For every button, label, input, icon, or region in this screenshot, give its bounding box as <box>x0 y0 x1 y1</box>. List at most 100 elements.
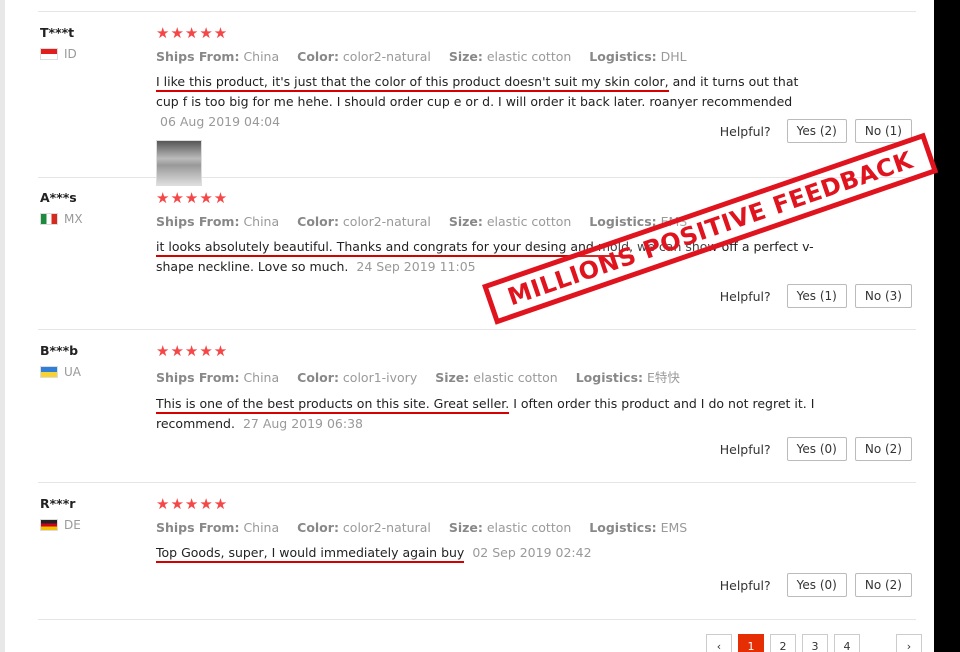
helpful-label: Helpful? <box>719 123 771 139</box>
star-rating: ★★★★★ <box>156 342 229 360</box>
reviewer-country: MX <box>40 212 83 226</box>
order-attributes: Ships From: China Color: color2-natural … <box>156 520 912 535</box>
ships-from-label: Ships From: <box>156 370 240 385</box>
reviewer-info: R***r DE <box>40 496 81 532</box>
helpful-label: Helpful? <box>719 288 771 304</box>
color-label: Color: <box>297 370 339 385</box>
color-label: Color: <box>297 214 339 229</box>
country-code: DE <box>64 518 81 532</box>
review-item: T***t ID ★★★★★ Ships From: China Color: … <box>38 25 916 186</box>
ships-from-value: China <box>243 214 280 229</box>
reviewer-name: R***r <box>40 496 76 511</box>
color-value: color2-natural <box>342 520 431 535</box>
helpful-yes-button[interactable]: Yes (1) <box>786 284 847 308</box>
highlighted-text: I like this product, it's just that the … <box>156 74 669 92</box>
review-text: Top Goods, super, I would immediately ag… <box>156 543 816 563</box>
helpful-no-button[interactable]: No (3) <box>854 284 912 308</box>
size-label: Size: <box>448 214 483 229</box>
helpful-yes-button[interactable]: Yes (2) <box>786 119 847 143</box>
logistics-value: DHL <box>660 49 687 64</box>
ships-from-label: Ships From: <box>156 214 240 229</box>
reviewer-name: T***t <box>40 25 75 40</box>
prev-page-button[interactable]: ‹ <box>706 634 732 652</box>
review-text: I like this product, it's just that the … <box>156 72 816 132</box>
review-text: This is one of the best products on this… <box>156 394 816 434</box>
color-label: Color: <box>297 49 339 64</box>
size-label: Size: <box>435 370 470 385</box>
reviewer-name: A***s <box>40 190 77 205</box>
review-content: ★★★★★ Ships From: China Color: color2-na… <box>156 25 912 186</box>
order-attributes: Ships From: China Color: color1-ivory Si… <box>156 367 912 386</box>
color-label: Color: <box>297 520 339 535</box>
review-date: 27 Aug 2019 06:38 <box>242 416 364 431</box>
review-content: ★★★★★ Ships From: China Color: color2-na… <box>156 496 912 563</box>
size-label: Size: <box>448 49 483 64</box>
helpful-label: Helpful? <box>719 441 771 457</box>
ships-from-label: Ships From: <box>156 520 240 535</box>
page-button-4[interactable]: 4 <box>834 634 860 652</box>
color-value: color2-natural <box>342 214 431 229</box>
logistics-label: Logistics: <box>589 214 657 229</box>
size-value: elastic cotton <box>486 214 572 229</box>
color-value: color1-ivory <box>342 370 418 385</box>
reviewer-country: ID <box>40 47 77 61</box>
ships-from-value: China <box>243 370 280 385</box>
review-item: B***b UA ★★★★★ Ships From: China Color: … <box>38 343 916 483</box>
review-date: 06 Aug 2019 04:04 <box>160 114 281 129</box>
review-date: 24 Sep 2019 11:05 <box>356 259 476 274</box>
flag-icon <box>40 48 58 60</box>
order-attributes: Ships From: China Color: color2-natural … <box>156 49 912 64</box>
helpful-yes-button[interactable]: Yes (0) <box>786 573 847 597</box>
review-date: 02 Sep 2019 02:42 <box>472 545 592 560</box>
highlighted-text: This is one of the best products on this… <box>156 396 510 414</box>
page-button-3[interactable]: 3 <box>802 634 828 652</box>
ships-from-label: Ships From: <box>156 49 240 64</box>
top-divider <box>38 11 916 12</box>
next-page-button[interactable]: › <box>896 634 922 652</box>
review-photo-thumbnail[interactable] <box>156 140 202 186</box>
size-value: elastic cotton <box>486 520 572 535</box>
logistics-value: EMS <box>660 520 688 535</box>
helpful-yes-button[interactable]: Yes (0) <box>786 437 847 461</box>
reviewer-name: B***b <box>40 343 79 358</box>
reviewer-info: T***t ID <box>40 25 77 61</box>
highlighted-text: Top Goods, super, I would immediately ag… <box>156 545 465 563</box>
reviewer-country: UA <box>40 365 81 379</box>
helpful-no-button[interactable]: No (2) <box>854 573 912 597</box>
size-label: Size: <box>448 520 483 535</box>
ships-from-value: China <box>243 520 280 535</box>
flag-icon <box>40 519 58 531</box>
logistics-label: Logistics: <box>589 520 657 535</box>
ships-from-value: China <box>243 49 280 64</box>
helpful-no-button[interactable]: No (2) <box>854 437 912 461</box>
reviewer-info: A***s MX <box>40 190 83 226</box>
star-rating: ★★★★★ <box>156 495 229 513</box>
pagination: ‹ 1 2 3 4 › <box>706 634 928 652</box>
helpful-vote: Helpful? Yes (0) No (2) <box>720 573 912 597</box>
helpful-vote: Helpful? Yes (0) No (2) <box>720 437 912 461</box>
size-value: elastic cotton <box>486 49 572 64</box>
helpful-vote: Helpful? Yes (2) No (1) <box>720 119 912 143</box>
right-edge-bar <box>934 0 960 652</box>
flag-icon <box>40 213 58 225</box>
page-button-1[interactable]: 1 <box>738 634 764 652</box>
country-code: MX <box>64 212 83 226</box>
logistics-label: Logistics: <box>589 49 657 64</box>
reviewer-country: DE <box>40 518 81 532</box>
helpful-vote: Helpful? Yes (1) No (3) <box>720 284 912 308</box>
page-button-2[interactable]: 2 <box>770 634 796 652</box>
review-item: R***r DE ★★★★★ Ships From: China Color: … <box>38 496 916 620</box>
country-code: UA <box>64 365 81 379</box>
size-value: elastic cotton <box>473 370 558 385</box>
logistics-label: Logistics: <box>575 370 644 385</box>
flag-icon <box>40 366 58 378</box>
highlighted-text: it looks absolutely beautiful. Thanks an… <box>156 239 634 257</box>
reviews-page: T***t ID ★★★★★ Ships From: China Color: … <box>0 0 960 652</box>
country-code: ID <box>64 47 77 61</box>
color-value: color2-natural <box>342 49 431 64</box>
star-rating: ★★★★★ <box>156 24 229 42</box>
reviewer-info: B***b UA <box>40 343 81 379</box>
review-content: ★★★★★ Ships From: China Color: color1-iv… <box>156 343 912 434</box>
left-edge-bar <box>0 0 5 652</box>
helpful-label: Helpful? <box>719 577 771 593</box>
